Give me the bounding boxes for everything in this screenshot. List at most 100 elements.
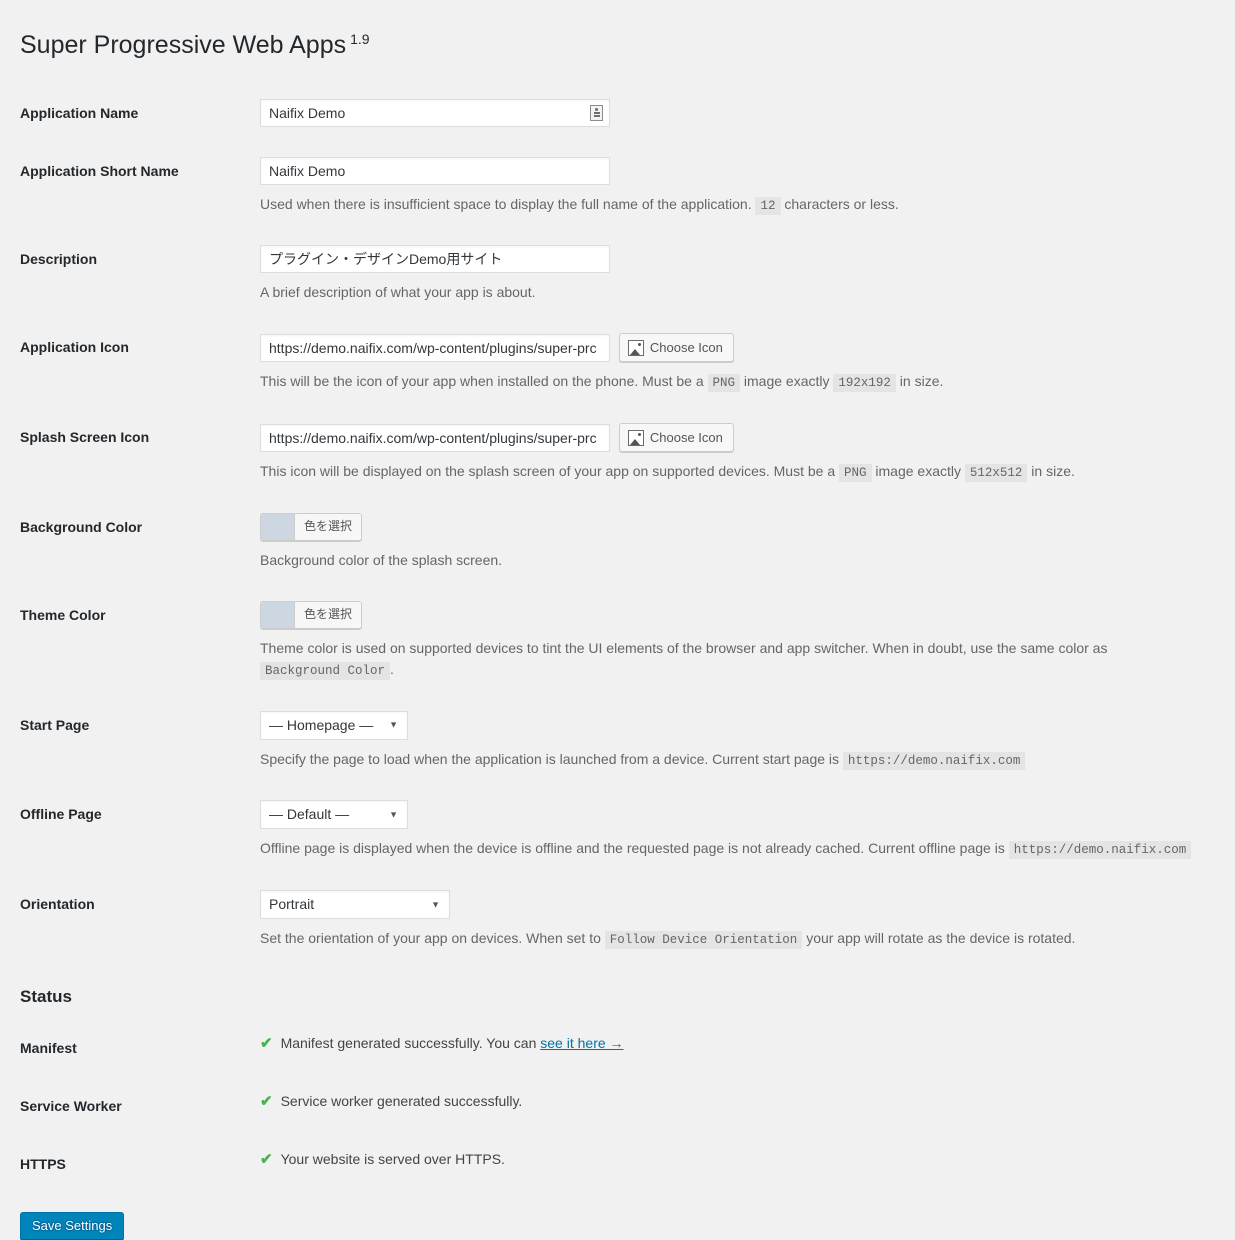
status-section-heading: Status [20,986,72,1006]
desc-part-2: image exactly [875,463,961,480]
status-row-service-worker: Service Worker ✔ Service worker generate… [20,1077,1215,1135]
theme-color-swatch[interactable] [261,601,295,628]
row-theme-color: Theme Color 色を選択 Theme color is used on … [20,586,1215,696]
application-icon-url-input[interactable] [260,333,610,362]
application-name-input[interactable] [260,98,610,127]
check-icon: ✔ [260,1093,273,1111]
choose-splash-icon-button[interactable]: Choose Icon [618,423,734,453]
cell-splash-screen-icon: Choose Icon This icon will be displayed … [250,408,1215,498]
offline-page-select[interactable]: — Default — [260,800,408,830]
background-color-description: Background color of the splash screen. [260,551,503,568]
manifest-see-it-here-link[interactable]: see it here → [540,1035,623,1051]
desc-part-1: Set the orientation of your app on devic… [260,930,601,947]
label-https: HTTPS [20,1156,66,1173]
short-name-max-chars-code: 12 [755,196,781,215]
manifest-status-message: Manifest generated successfully. You can [280,1034,537,1051]
offline-page-description: Offline page is displayed when the devic… [260,838,1205,860]
row-start-page: Start Page — Homepage — ▼ Specify the pa… [20,696,1215,786]
application-name-input-wrap [260,98,610,127]
splash-icon-size-code: 512x512 [964,464,1028,483]
media-image-icon [627,429,644,446]
https-status-message: Your website is served over HTTPS. [280,1151,505,1168]
choose-splash-icon-label: Choose Icon [649,430,723,446]
cell-background-color: 色を選択 Background color of the splash scre… [250,498,1215,586]
desc-text-after: characters or less. [784,195,899,212]
label-service-worker: Service Worker [20,1098,122,1115]
orientation-select-wrap: Portrait ▼ [260,890,450,920]
label-theme-color: Theme Color [20,606,106,623]
start-page-select-wrap: — Homepage — ▼ [260,710,408,740]
service-worker-status: ✔ Service worker generated successfully. [260,1092,1205,1110]
desc-part-3: in size. [1031,463,1075,480]
offline-page-select-wrap: — Default — ▼ [260,800,408,830]
check-icon: ✔ [260,1151,273,1169]
desc-part-1: This icon will be displayed on the splas… [260,463,836,480]
cell-orientation: Portrait ▼ Set the orientation of your a… [250,875,1215,965]
application-short-name-input[interactable] [260,156,610,185]
row-application-name: Application Name [20,84,1215,142]
cell-description: A brief description of what your app is … [250,230,1215,318]
row-offline-page: Offline Page — Default — ▼ Offline page … [20,785,1215,875]
theme-color-picker[interactable]: 色を選択 [260,600,363,629]
media-image-icon [627,339,644,356]
background-color-swatch[interactable] [261,513,295,540]
cell-service-worker: ✔ Service worker generated successfully. [250,1077,1215,1135]
label-splash-screen-icon: Splash Screen Icon [20,429,150,446]
row-application-icon: Application Icon Choose Icon This will b… [20,318,1215,408]
check-icon: ✔ [260,1034,273,1052]
settings-form-table: Application Name Application Short Name [20,84,1215,965]
plugin-version: 1.9 [350,30,370,47]
background-color-select-button[interactable]: 色を選択 [295,513,362,540]
label-start-page: Start Page [20,716,90,733]
cell-theme-color: 色を選択 Theme color is used on supported de… [250,586,1215,696]
cell-application-icon: Choose Icon This will be the icon of you… [250,318,1215,408]
desc-part-2: your app will rotate as the device is ro… [806,930,1076,947]
desc-part-2: image exactly [743,373,830,390]
app-icon-size-code: 192x192 [833,374,896,393]
manifest-status-text: Manifest generated successfully. You can… [281,1034,624,1052]
desc-part-1: Specify the page to load when the applic… [260,750,840,767]
description-help-text: A brief description of what your app is … [260,284,536,301]
desc-part-1: Theme color is used on supported devices… [260,639,1108,656]
description-input[interactable] [260,245,610,274]
label-description: Description [20,251,98,268]
row-orientation: Orientation Portrait ▼ Set the orientati… [20,875,1215,965]
theme-color-description: Theme color is used on supported devices… [260,638,1205,681]
row-description: Description A brief description of what … [20,230,1215,318]
app-icon-format-code: PNG [707,374,741,393]
background-color-picker[interactable]: 色を選択 [260,512,363,541]
application-icon-description: This will be the icon of your app when i… [260,371,1205,393]
status-row-manifest: Manifest ✔ Manifest generated successful… [20,1019,1215,1077]
orientation-description: Set the orientation of your app on devic… [260,928,1205,950]
follow-device-orientation-code: Follow Device Orientation [604,931,803,950]
current-offline-page-code: https://demo.naifix.com [1008,841,1192,860]
https-status: ✔ Your website is served over HTTPS. [260,1150,1205,1168]
application-short-name-description: Used when there is insufficient space to… [260,194,1205,216]
status-row-https: HTTPS ✔ Your website is served over HTTP… [20,1135,1215,1193]
page-title-text: Super Progressive Web Apps [20,31,347,59]
label-application-short-name: Application Short Name [20,162,179,179]
submit-row: Save Settings [20,1194,1215,1240]
desc-part-2: . [390,660,394,677]
splash-screen-icon-url-input[interactable] [260,423,610,452]
orientation-select[interactable]: Portrait [260,890,450,920]
settings-page: Super Progressive Web Apps 1.9 Applicatio… [0,0,1235,1240]
label-orientation: Orientation [20,896,95,913]
theme-color-select-button[interactable]: 色を選択 [295,601,362,628]
label-application-name: Application Name [20,104,139,121]
label-background-color: Background Color [20,518,143,535]
theme-color-reference-code: Background Color [260,661,391,680]
desc-part-3: in size. [899,373,944,390]
save-settings-button[interactable]: Save Settings [20,1211,125,1240]
label-application-icon: Application Icon [20,339,129,356]
current-start-page-code: https://demo.naifix.com [842,751,1026,770]
status-table: Manifest ✔ Manifest generated successful… [20,1019,1215,1194]
desc-text-before: Used when there is insufficient space to… [260,195,752,212]
cell-start-page: — Homepage — ▼ Specify the page to load … [250,696,1215,786]
row-background-color: Background Color 色を選択 Background color o… [20,498,1215,586]
cell-application-short-name: Used when there is insufficient space to… [250,142,1215,231]
start-page-select[interactable]: — Homepage — [260,710,408,740]
splash-icon-format-code: PNG [839,464,872,483]
row-application-short-name: Application Short Name Used when there i… [20,142,1215,231]
choose-application-icon-button[interactable]: Choose Icon [618,333,734,363]
